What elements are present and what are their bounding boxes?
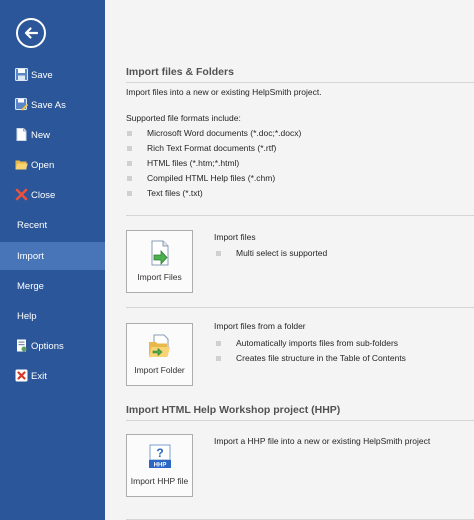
nav-options-label: Options (31, 340, 64, 352)
arrow-left-icon (24, 27, 39, 39)
import-files-folders-title: Import files & Folders (126, 66, 234, 78)
import-files-button-label: Import Files (137, 272, 182, 282)
format-label: Compiled HTML Help files (*.chm) (147, 173, 276, 183)
import-hhp-button[interactable]: ? HHP Import HHP file (126, 434, 193, 497)
info-list-item: Automatically imports files from sub-fol… (216, 338, 398, 348)
nav-help-label: Help (17, 310, 37, 322)
bullet-icon (216, 250, 221, 256)
section-divider (126, 307, 474, 308)
nav-recent[interactable]: Recent (0, 211, 105, 239)
nav-new-label: New (31, 129, 51, 141)
import-hhp-info-title: Import a HHP file into a new or existing… (214, 436, 431, 446)
nav-import[interactable]: Import (0, 242, 105, 270)
options-icon (17, 339, 27, 352)
import-hhp-button-label: Import HHP file (130, 476, 189, 486)
format-list-item: Compiled HTML Help files (*.chm) (127, 173, 275, 183)
svg-text:HHP: HHP (154, 463, 167, 469)
import-description: Import files into a new or existing Help… (126, 87, 322, 97)
nav-open[interactable]: Open (0, 151, 105, 179)
nav-help[interactable]: Help (0, 302, 105, 330)
bullet-icon (127, 130, 132, 136)
info-label: Creates file structure in the Table of C… (236, 353, 406, 363)
bullet-icon (216, 340, 221, 346)
bullet-icon (216, 355, 221, 361)
import-panel: Import files & Folders Import files into… (105, 0, 474, 520)
import-folder-info-title: Import files from a folder (214, 321, 306, 331)
bullet-icon (127, 160, 132, 166)
format-list-item: Text files (*.txt) (127, 188, 203, 198)
nav-new[interactable]: New (0, 121, 105, 149)
section-divider (126, 82, 474, 83)
format-label: HTML files (*.htm;*.html) (147, 158, 240, 168)
nav-save-label: Save (31, 69, 53, 81)
nav-merge-label: Merge (17, 280, 44, 292)
nav-options[interactable]: Options (0, 332, 105, 360)
svg-text:?: ? (156, 446, 163, 460)
import-folder-button-label: Import Folder (134, 365, 185, 375)
format-list-item: HTML files (*.htm;*.html) (127, 158, 239, 168)
nav-save-as[interactable]: Save As (0, 91, 105, 119)
exit-icon (15, 369, 28, 382)
hhp-file-icon: ? HHP (149, 444, 171, 469)
nav-exit-label: Exit (31, 370, 47, 382)
nav-close-label: Close (31, 189, 56, 201)
import-files-icon (151, 240, 169, 266)
nav-recent-label: Recent (17, 219, 48, 231)
nav-open-label: Open (31, 159, 55, 171)
nav-merge[interactable]: Merge (0, 272, 105, 300)
nav-import-label: Import (17, 250, 44, 262)
folder-open-icon (15, 160, 28, 170)
format-label: Rich Text Format documents (*.rtf) (147, 143, 277, 153)
format-label: Microsoft Word documents (*.doc;*.docx) (147, 128, 302, 138)
nav-close[interactable]: Close (0, 181, 105, 209)
format-list-item: Rich Text Format documents (*.rtf) (127, 143, 276, 153)
backstage-sidebar: Save Save As New Open Close Recent Impor… (0, 0, 105, 520)
bullet-icon (127, 175, 132, 181)
nav-save[interactable]: Save (0, 61, 105, 89)
section-divider (126, 215, 474, 216)
import-folder-icon (149, 334, 170, 357)
save-as-icon (15, 98, 28, 111)
bullet-icon (127, 145, 132, 151)
format-list-item: Microsoft Word documents (*.doc;*.docx) (127, 128, 301, 138)
import-hhp-title: Import HTML Help Workshop project (HHP) (126, 404, 341, 416)
info-list-item: Creates file structure in the Table of C… (216, 353, 406, 363)
back-button[interactable] (16, 18, 46, 48)
close-icon (15, 188, 28, 201)
format-label: Text files (*.txt) (147, 188, 203, 198)
info-label: Automatically imports files from sub-fol… (236, 338, 399, 348)
import-files-button[interactable]: Import Files (126, 230, 193, 293)
new-document-icon (16, 128, 27, 141)
import-files-info-title: Import files (214, 232, 256, 242)
import-folder-button[interactable]: Import Folder (126, 323, 193, 386)
nav-save-as-label: Save As (31, 99, 66, 111)
save-icon (15, 68, 28, 81)
bullet-icon (127, 190, 132, 196)
info-list-item: Multi select is supported (216, 248, 327, 258)
section-divider (126, 420, 474, 421)
formats-heading: Supported file formats include: (126, 113, 241, 123)
nav-exit[interactable]: Exit (0, 362, 105, 390)
info-label: Multi select is supported (236, 248, 328, 258)
